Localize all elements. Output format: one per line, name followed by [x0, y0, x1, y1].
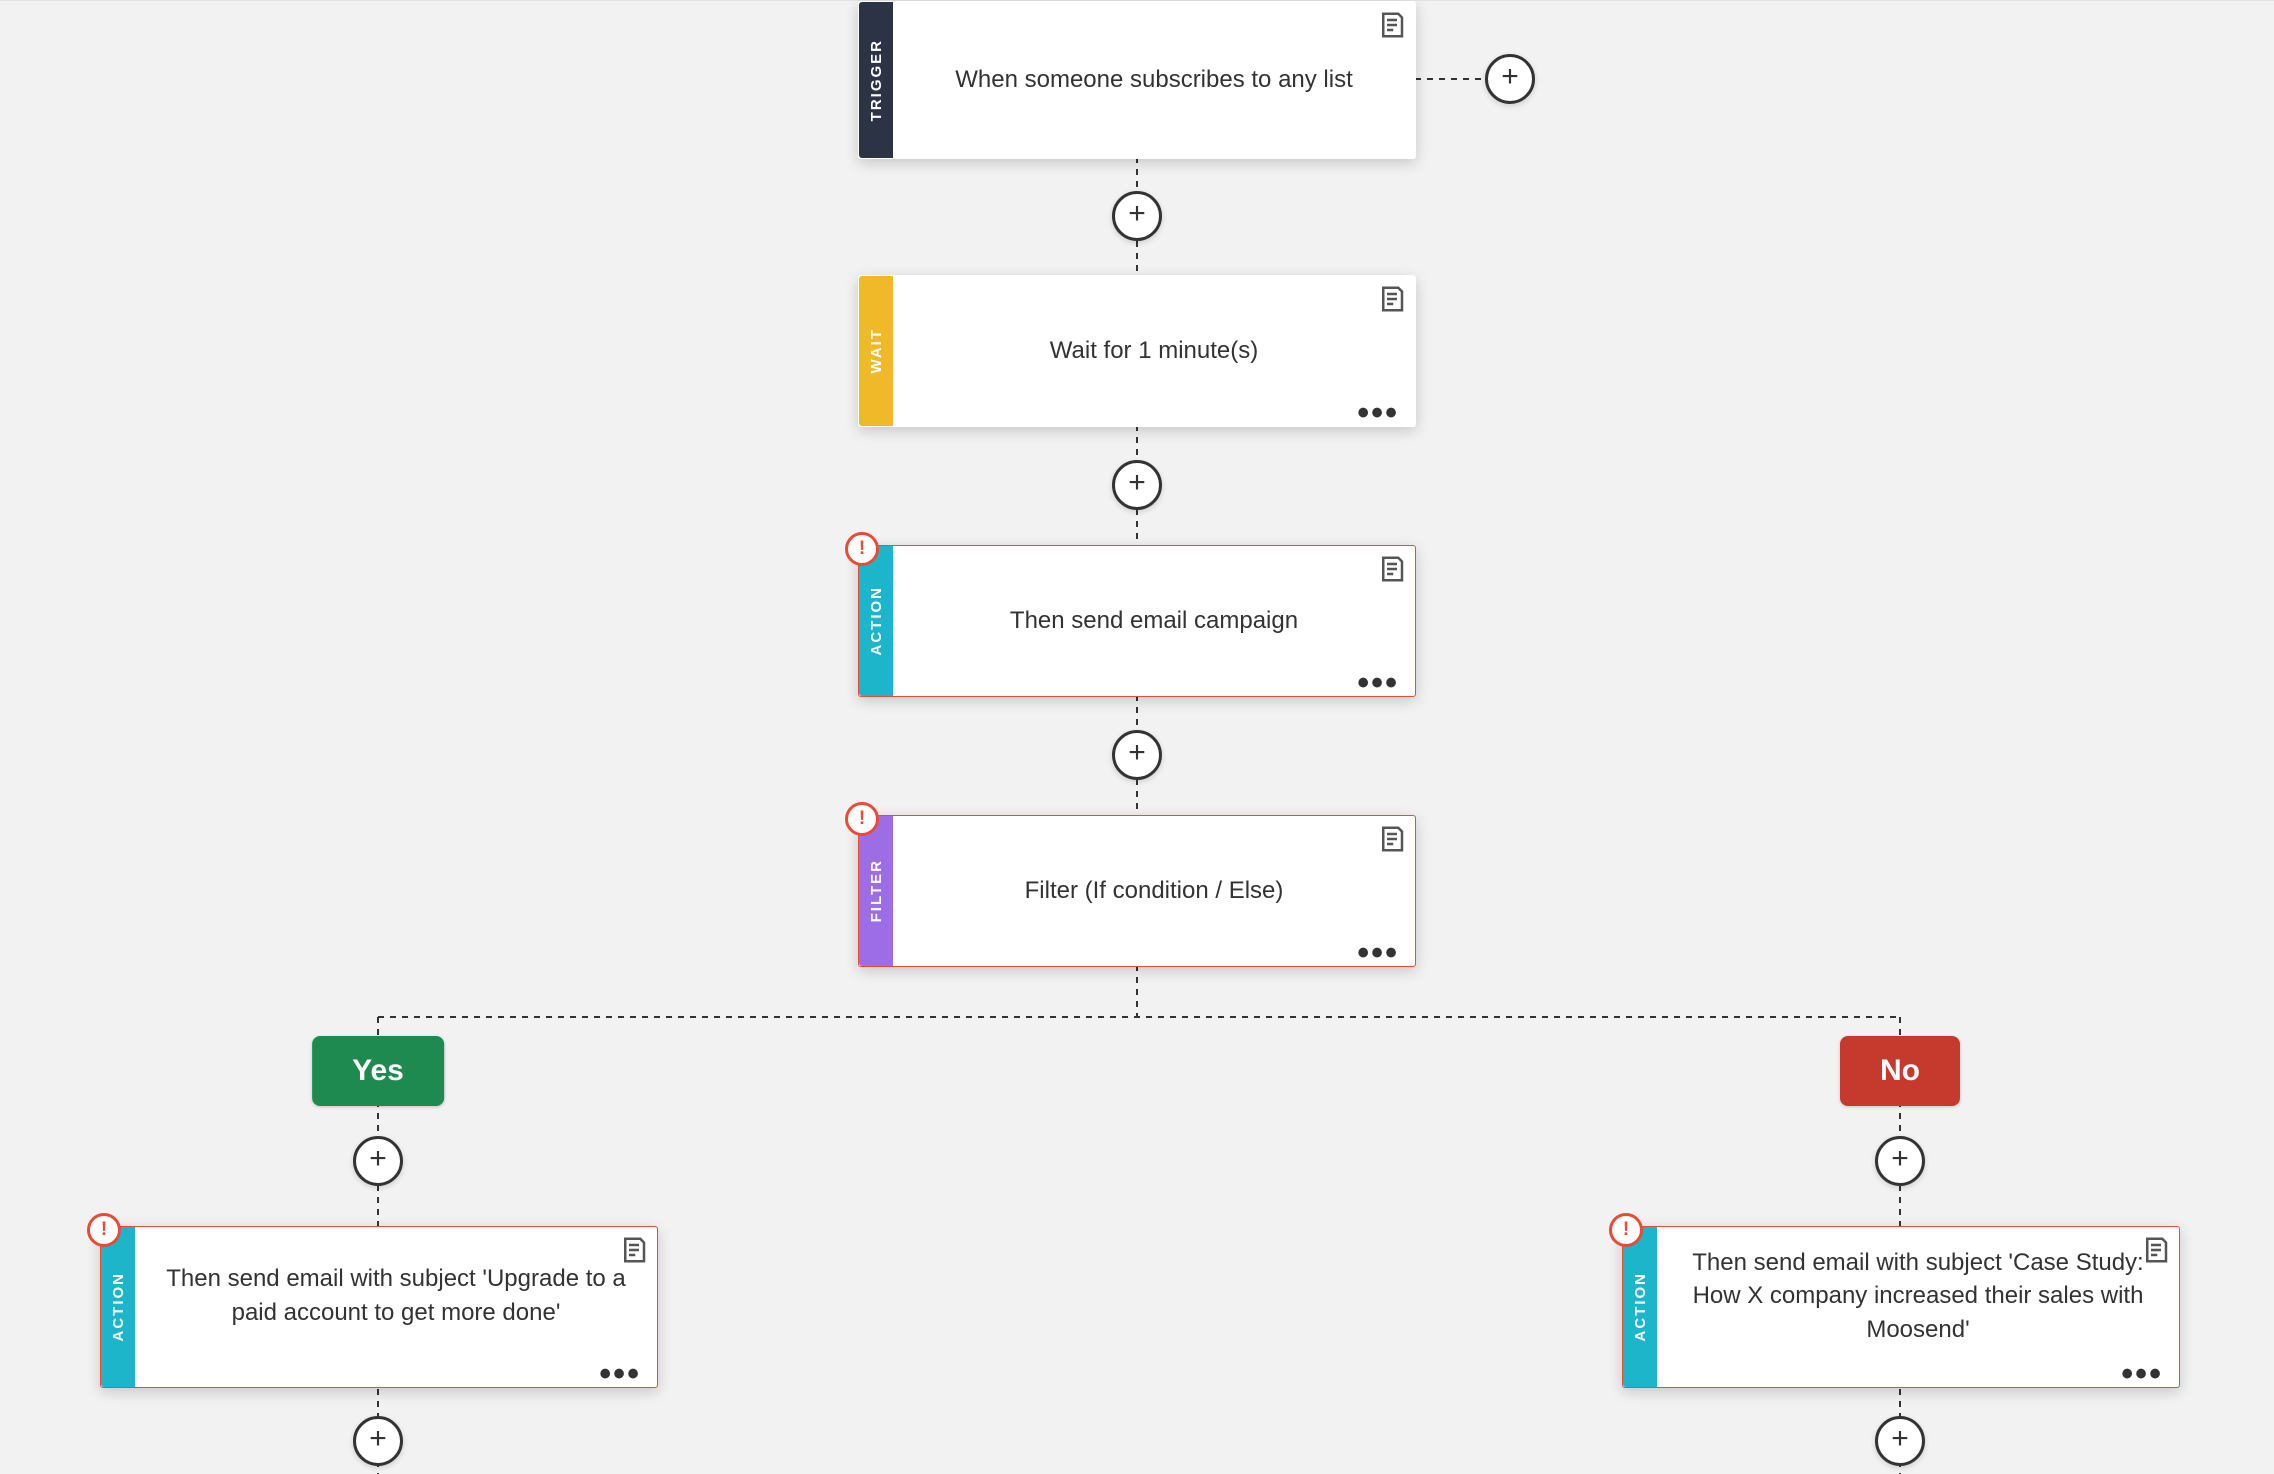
note-icon[interactable] — [619, 1235, 649, 1265]
trigger-text: When someone subscribes to any list — [893, 2, 1415, 158]
trigger-node[interactable]: TRIGGER When someone subscribes to any l… — [858, 1, 1416, 159]
error-badge-icon: ! — [1609, 1213, 1643, 1247]
wait-tab: WAIT — [859, 276, 893, 426]
add-trigger-button[interactable] — [1485, 54, 1535, 104]
note-icon[interactable] — [1377, 824, 1407, 854]
action-tab-label: ACTION — [1632, 1272, 1649, 1342]
wait-node[interactable]: WAIT Wait for 1 minute(s) ••• — [858, 275, 1416, 427]
add-step-button-yes-1[interactable] — [353, 1136, 403, 1186]
add-step-button-3[interactable] — [1112, 730, 1162, 780]
add-step-button-no-1[interactable] — [1875, 1136, 1925, 1186]
action-yes-node[interactable]: ! ACTION Then send email with subject 'U… — [100, 1226, 658, 1388]
action-tab-label: ACTION — [110, 1272, 127, 1342]
more-icon[interactable]: ••• — [1357, 408, 1399, 418]
add-step-button-2[interactable] — [1112, 460, 1162, 510]
note-icon[interactable] — [2141, 1235, 2171, 1265]
wait-tab-label: WAIT — [868, 328, 885, 374]
more-icon[interactable]: ••• — [1357, 948, 1399, 958]
action-tab: ACTION — [1623, 1227, 1657, 1387]
error-badge-icon: ! — [845, 802, 879, 836]
action-text: Then send email campaign — [893, 546, 1415, 696]
action-tab-label: ACTION — [868, 586, 885, 656]
action-tab: ACTION — [101, 1227, 135, 1387]
more-icon[interactable]: ••• — [1357, 678, 1399, 688]
add-step-button-no-2[interactable] — [1875, 1416, 1925, 1466]
branch-no-label: No — [1840, 1036, 1960, 1106]
action-send-campaign-node[interactable]: ! ACTION Then send email campaign ••• — [858, 545, 1416, 697]
add-step-button-yes-2[interactable] — [353, 1416, 403, 1466]
action-no-node[interactable]: ! ACTION Then send email with subject 'C… — [1622, 1226, 2180, 1388]
filter-tab: FILTER — [859, 816, 893, 966]
note-icon[interactable] — [1377, 10, 1407, 40]
error-badge-icon: ! — [87, 1213, 121, 1247]
action-no-text: Then send email with subject 'Case Study… — [1657, 1227, 2179, 1387]
trigger-tab: TRIGGER — [859, 2, 893, 158]
automation-canvas[interactable]: TRIGGER When someone subscribes to any l… — [0, 0, 2274, 1474]
action-yes-text: Then send email with subject 'Upgrade to… — [135, 1227, 657, 1387]
trigger-tab-label: TRIGGER — [868, 39, 885, 121]
filter-tab-label: FILTER — [868, 859, 885, 922]
filter-node[interactable]: ! FILTER Filter (If condition / Else) ••… — [858, 815, 1416, 967]
wait-text: Wait for 1 minute(s) — [893, 276, 1415, 426]
note-icon[interactable] — [1377, 284, 1407, 314]
branch-yes-label: Yes — [312, 1036, 444, 1106]
filter-text: Filter (If condition / Else) — [893, 816, 1415, 966]
more-icon[interactable]: ••• — [599, 1369, 641, 1379]
error-badge-icon: ! — [845, 532, 879, 566]
more-icon[interactable]: ••• — [2121, 1369, 2163, 1379]
note-icon[interactable] — [1377, 554, 1407, 584]
add-step-button-1[interactable] — [1112, 191, 1162, 241]
action-tab: ACTION — [859, 546, 893, 696]
